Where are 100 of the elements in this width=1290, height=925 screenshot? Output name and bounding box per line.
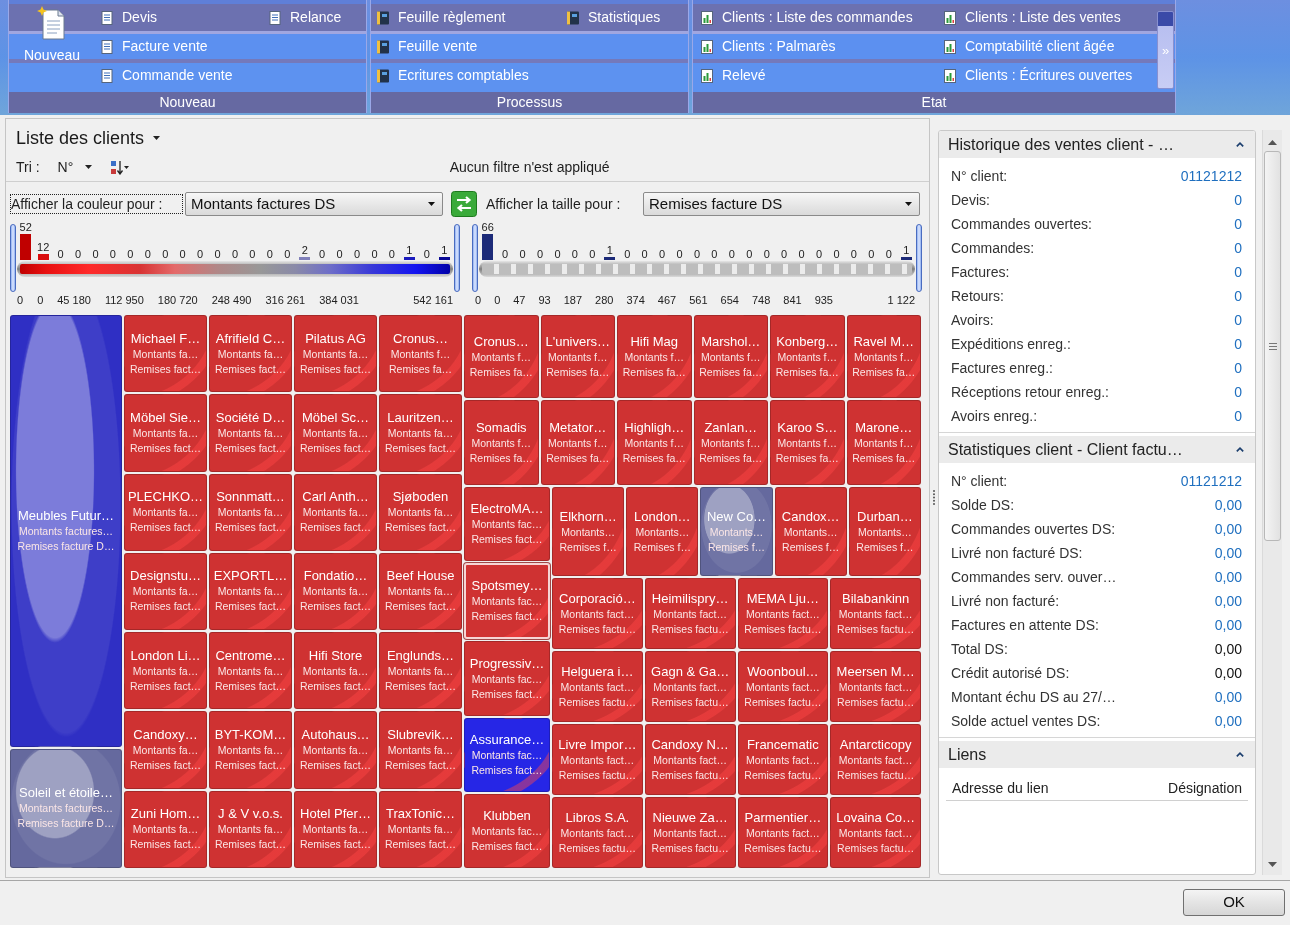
treemap-tile[interactable]: Sonnmatt… Montants fa… Remises fact…	[209, 473, 292, 551]
treemap-tile[interactable]: Candoxy N… Montants fact… Remises factu…	[644, 724, 736, 795]
treemap-tile[interactable]: Möbel Sie… Montants fa… Remises fact…	[124, 394, 207, 472]
treemap-tile[interactable]: Cronus… Montants f… Remises fa…	[379, 315, 462, 393]
treemap-tile[interactable]: Bilabankinn Montants fact… Remises factu…	[830, 578, 921, 649]
value-link[interactable]: 0	[1234, 357, 1242, 379]
value-link[interactable]: 0,00	[1214, 590, 1242, 612]
treemap-tile[interactable]: New Co… Montants… Remises f…	[700, 487, 773, 576]
sort-field-dropdown[interactable]: N°	[57, 156, 93, 178]
value-link[interactable]: 01121212	[1180, 470, 1242, 492]
treemap-tile[interactable]: Meersen M… Montants fact… Remises factu…	[830, 651, 921, 722]
ribbon-button[interactable]: Facture vente	[97, 32, 265, 61]
treemap-tile[interactable]: Spotsmey… Montants fac… Remises fact…	[464, 563, 550, 640]
range-handle[interactable]	[916, 224, 922, 292]
treemap-tile[interactable]: Slubrevik… Montants fa… Remises fact…	[379, 711, 462, 789]
column-header[interactable]: Désignation	[1168, 778, 1242, 799]
treemap-tile[interactable]: Highligh… Montants f… Remises fa…	[617, 400, 692, 485]
treemap-tile[interactable]: Livre Impor… Montants fact… Remises factu…	[552, 724, 643, 795]
treemap-tile[interactable]: Somadis Montants f… Remises fa…	[464, 400, 539, 485]
dropdown[interactable]: Remises facture DS	[643, 192, 920, 216]
treemap-tile[interactable]: Zanlan… Montants f… Remises fa…	[693, 400, 768, 485]
ok-button[interactable]: OK	[1183, 889, 1285, 916]
treemap-tile[interactable]: Elkhorn… Montants… Remises f…	[552, 487, 625, 576]
treemap-tile[interactable]: Helguera i… Montants fact… Remises factu…	[552, 651, 643, 722]
ribbon-button[interactable]: Clients : Liste des commandes	[697, 3, 940, 32]
ribbon-button[interactable]: Feuille règlement	[373, 3, 563, 32]
treemap-tile[interactable]: Metator… Montants f… Remises fa…	[540, 400, 615, 485]
list-title-menu[interactable]: Liste des clients	[16, 127, 161, 149]
value-link[interactable]: 0	[1234, 189, 1242, 211]
treemap-tile[interactable]: Ravel M… Montants f… Remises fa…	[846, 315, 921, 398]
treemap-tile[interactable]: Marshol… Montants f… Remises fa…	[693, 315, 768, 398]
value-link[interactable]: 0,00	[1214, 614, 1242, 636]
treemap-tile[interactable]: Klubben Montants fac… Remises fact…	[464, 793, 550, 868]
value-link[interactable]: 0	[1234, 237, 1242, 259]
treemap-tile[interactable]: Carl Anth… Montants fa… Remises fact…	[294, 473, 377, 551]
ribbon-button[interactable]: Clients : Palmarès	[697, 32, 940, 61]
treemap-tile[interactable]: J & V v.o.s. Montants fa… Remises fact…	[209, 790, 292, 868]
value-link[interactable]: 0	[1234, 285, 1242, 307]
ribbon-button[interactable]: Statistiques	[563, 3, 678, 32]
treemap-tile[interactable]: Designstu… Montants fa… Remises fact…	[124, 552, 207, 631]
column-header[interactable]: Adresse du lien	[952, 778, 1049, 799]
treemap-tile[interactable]: Hotel Pfer… Montants fa… Remises fact…	[294, 790, 377, 868]
treemap-tile[interactable]: Lovaina Co… Montants fact… Remises factu…	[830, 797, 921, 868]
treemap-tile[interactable]: Candox… Montants… Remises f…	[774, 487, 847, 576]
value-link[interactable]: 0,00	[1214, 494, 1242, 516]
treemap-tile[interactable]: Marone… Montants f… Remises fa…	[846, 400, 921, 485]
treemap-tile[interactable]: Lauritzen… Montants fa… Remises fact…	[379, 394, 462, 472]
value-link[interactable]: 0,00	[1214, 542, 1242, 564]
treemap-tile[interactable]: ElectroMA… Montants fac… Remises fact…	[464, 487, 550, 562]
treemap-tile[interactable]: Karoo S… Montants f… Remises fa…	[770, 400, 845, 485]
treemap-tile[interactable]: Sjøboden Montants fa… Remises fact…	[379, 473, 462, 551]
treemap-tile[interactable]: Autohaus… Montants fa… Remises fact…	[294, 711, 377, 789]
treemap-tile[interactable]: TraxTonic… Montants fa… Remises fact…	[379, 790, 462, 868]
value-link[interactable]: 0	[1234, 333, 1242, 355]
sort-icon[interactable]	[110, 159, 131, 175]
treemap-tile[interactable]: Englunds… Montants fa… Remises fact…	[379, 632, 462, 710]
treemap-tile[interactable]: Durban… Montants… Remises f…	[848, 487, 921, 576]
treemap-tile[interactable]: Cronus… Montants f… Remises fa…	[464, 315, 539, 398]
treemap-tile[interactable]: PLECHKO… Montants fa… Remises fact…	[124, 473, 207, 551]
range-handle[interactable]	[472, 224, 478, 292]
treemap-tile[interactable]: Nieuwe Za… Montants fact… Remises factu…	[644, 797, 736, 868]
value-link[interactable]: 0,00	[1214, 710, 1242, 732]
ribbon-button[interactable]: Commande vente	[97, 61, 265, 90]
value-link[interactable]: 0	[1234, 405, 1242, 427]
range-handle[interactable]	[10, 224, 16, 292]
treemap-tile[interactable]: BYT-KOM… Montants fa… Remises fact…	[209, 711, 292, 789]
ribbon-button[interactable]: Relevé	[697, 61, 940, 90]
ribbon-button[interactable]: Feuille vente	[373, 32, 563, 61]
collapse-icon[interactable]	[1236, 447, 1244, 452]
ribbon-button[interactable]: Clients : Liste des ventes	[940, 3, 1145, 32]
treemap-tile[interactable]: Assurance… Montants fac… Remises fact…	[464, 717, 550, 792]
value-link[interactable]: 0	[1234, 381, 1242, 403]
ribbon-button[interactable]: Ecritures comptables	[373, 61, 563, 90]
treemap-tile[interactable]: Antarcticopy Montants fact… Remises factu…	[830, 724, 921, 795]
treemap-tile[interactable]: Fondatio… Montants fa… Remises fact…	[294, 552, 377, 631]
range-handle[interactable]	[454, 224, 460, 292]
value-link[interactable]: 0	[1234, 261, 1242, 283]
treemap-tile[interactable]: EXPORTL… Montants fa… Remises fact…	[209, 552, 292, 631]
treemap-tile[interactable]: Beef House Montants fa… Remises fact…	[379, 552, 462, 631]
treemap-tile[interactable]: Centrome… Montants fa… Remises fact…	[209, 632, 292, 710]
swap-icon[interactable]	[451, 191, 477, 217]
value-link[interactable]: 0	[1234, 213, 1242, 235]
treemap-tile[interactable]: MEMA Lju… Montants fact… Remises factu…	[737, 578, 829, 649]
ribbon-button[interactable]: Devis	[97, 3, 265, 32]
treemap-tile[interactable]: Michael F… Montants fa… Remises fact…	[124, 315, 207, 393]
treemap-tile[interactable]: Zuni Hom… Montants fa… Remises fact…	[124, 790, 207, 868]
value-link[interactable]: 0,00	[1214, 686, 1242, 708]
treemap-tile[interactable]: Société D… Montants fa… Remises fact…	[209, 394, 292, 472]
ribbon-button[interactable]: Clients : Écritures ouvertes	[940, 61, 1145, 90]
treemap-tile[interactable]: Parmentier… Montants fact… Remises factu…	[737, 797, 829, 868]
ribbon-button[interactable]: Comptabilité client âgée	[940, 32, 1145, 61]
treemap-tile[interactable]: Corporació… Montants fact… Remises factu…	[552, 578, 643, 649]
treemap-tile[interactable]: London… Montants… Remises f…	[626, 487, 699, 576]
ribbon-large-button[interactable]: Nouveau	[19, 6, 85, 63]
scroll-down-icon[interactable]	[1268, 862, 1277, 867]
treemap-tile[interactable]: Afrifield C… Montants fa… Remises fact…	[209, 315, 292, 393]
collapse-icon[interactable]	[1236, 142, 1244, 147]
treemap-tile[interactable]: Libros S.A. Montants fact… Remises factu…	[552, 797, 643, 868]
ribbon-button[interactable]: Relance	[265, 3, 355, 32]
scrollbar-thumb[interactable]	[1264, 151, 1281, 541]
